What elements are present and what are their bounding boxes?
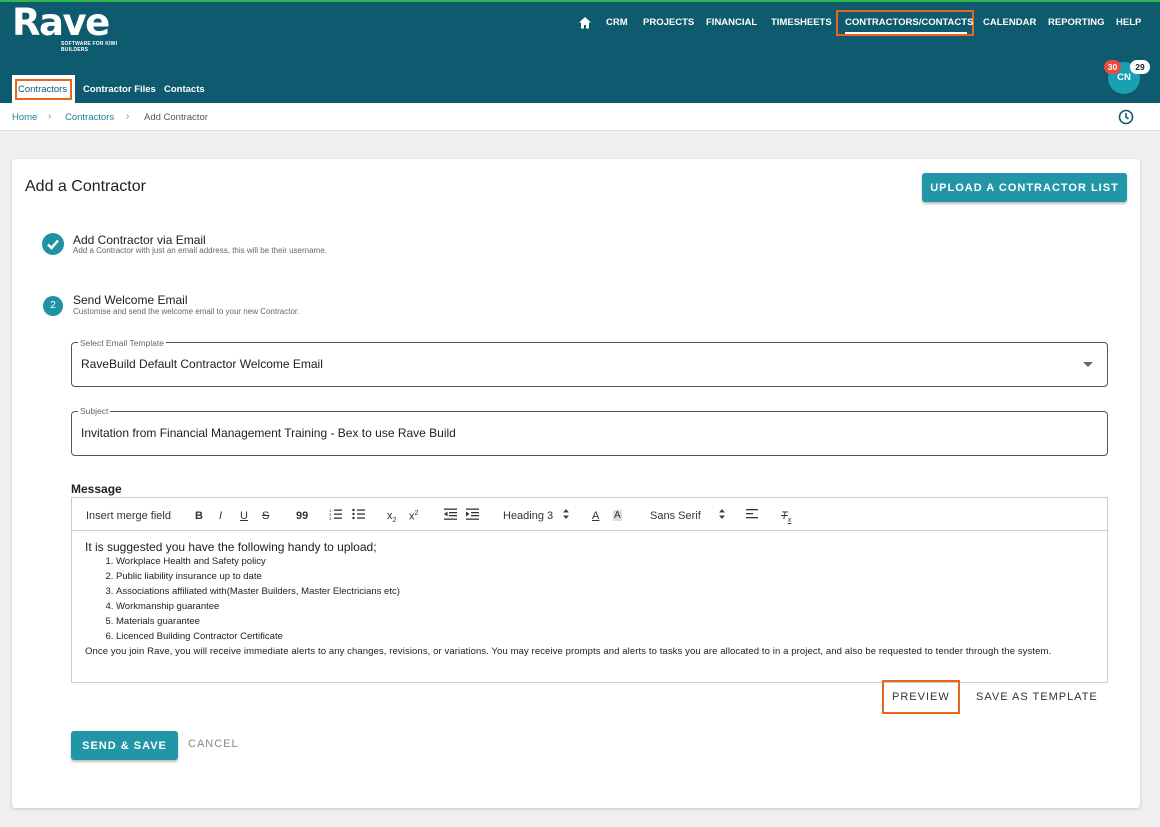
breadcrumb-separator-icon: › <box>48 111 52 122</box>
text-color-icon[interactable]: A <box>592 510 599 522</box>
add-contractor-card <box>12 159 1140 808</box>
nav-help[interactable]: HELP <box>1116 17 1141 28</box>
breadcrumb: Home › Contractors › Add Contractor <box>0 103 1160 131</box>
list-item: Workmanship guarantee <box>116 599 1090 614</box>
step-2-title: Send Welcome Email <box>73 293 188 307</box>
step-1-subtitle: Add a Contractor with just an email addr… <box>73 246 327 255</box>
outdent-icon[interactable] <box>444 508 457 520</box>
strikethrough-icon[interactable]: S <box>262 510 269 522</box>
list-item: Public liability insurance up to date <box>116 569 1090 584</box>
page-title: Add a Contractor <box>25 178 146 195</box>
upload-contractor-list-button[interactable]: UPLOAD A CONTRACTOR LIST <box>922 173 1127 202</box>
chevron-down-icon[interactable] <box>1083 362 1093 367</box>
indent-icon[interactable] <box>466 508 479 520</box>
svg-text:3: 3 <box>329 516 332 520</box>
nav-crm[interactable]: CRM <box>606 17 628 28</box>
cancel-button[interactable]: CANCEL <box>188 738 239 750</box>
superscript-icon[interactable]: x2 <box>409 510 418 523</box>
underline-icon[interactable]: U <box>240 510 248 522</box>
select-arrows-icon[interactable] <box>718 509 726 519</box>
nav-timesheets[interactable]: TIMESHEETS <box>771 17 832 28</box>
subtab-contractor-files[interactable]: Contractor Files <box>83 84 156 95</box>
main-nav: CRM PROJECTS FINANCIAL TIMESHEETS CONTRA… <box>0 10 1160 37</box>
align-left-icon[interactable] <box>746 508 759 520</box>
breadcrumb-separator-icon: › <box>126 111 130 122</box>
message-badge[interactable]: 29 <box>1130 60 1150 74</box>
bullet-list-icon[interactable] <box>352 508 366 520</box>
clear-format-icon[interactable]: Tx <box>781 510 791 524</box>
heading-select-value: Heading 3 <box>503 510 554 522</box>
nav-financial[interactable]: FINANCIAL <box>706 17 757 28</box>
send-and-save-button[interactable]: SEND & SAVE <box>71 731 178 760</box>
insert-merge-field-button[interactable]: Insert merge field <box>86 510 171 522</box>
email-template-label: Select Email Template <box>78 338 166 348</box>
subtab-contacts[interactable]: Contacts <box>164 84 205 95</box>
message-intro: It is suggested you have the following h… <box>85 540 377 554</box>
breadcrumb-contractors[interactable]: Contractors <box>65 112 114 123</box>
nav-calendar[interactable]: CALENDAR <box>983 17 1036 28</box>
requirements-list: Workplace Health and Safety policy Publi… <box>85 554 1090 644</box>
font-select[interactable]: Sans Serif <box>650 510 701 522</box>
logo-tagline: SOFTWARE FOR KIWI BUILDERS <box>61 41 118 53</box>
editor-content[interactable]: It is suggested you have the following h… <box>85 540 1090 659</box>
nav-active-underline <box>845 32 967 34</box>
subject-value[interactable]: Invitation from Financial Management Tra… <box>81 426 456 440</box>
subscript-icon[interactable]: x2 <box>387 510 396 524</box>
preview-button[interactable]: PREVIEW <box>892 691 950 703</box>
font-select-value: Sans Serif <box>650 510 701 522</box>
ordered-list-icon[interactable]: 1 2 3 <box>329 508 343 520</box>
breadcrumb-current: Add Contractor <box>144 112 208 123</box>
notification-badge[interactable]: 30 <box>1104 60 1121 74</box>
step-1-title: Add Contractor via Email <box>73 233 206 247</box>
email-template-value[interactable]: RaveBuild Default Contractor Welcome Ema… <box>81 357 323 371</box>
bold-icon[interactable]: B <box>195 510 203 522</box>
step-complete-check-icon <box>42 233 64 255</box>
nav-projects[interactable]: PROJECTS <box>643 17 694 28</box>
italic-icon[interactable]: I <box>219 510 222 522</box>
list-item: Workplace Health and Safety policy <box>116 554 1090 569</box>
blockquote-icon[interactable]: 99 <box>296 510 308 522</box>
step-2-number: 2 <box>43 296 63 316</box>
background-color-icon[interactable]: A <box>613 510 622 521</box>
step-2-subtitle: Customise and send the welcome email to … <box>73 307 300 316</box>
nav-reporting[interactable]: REPORTING <box>1048 17 1104 28</box>
list-item: Associations affiliated with(Master Buil… <box>116 584 1090 599</box>
heading-select[interactable]: Heading 3 <box>503 510 553 522</box>
select-arrows-icon[interactable] <box>562 509 570 519</box>
subtab-contractors[interactable]: Contractors <box>18 84 67 95</box>
nav-contractors-contacts[interactable]: CONTRACTORS/CONTACTS <box>845 17 973 28</box>
list-item: Materials guarantee <box>116 614 1090 629</box>
history-clock-icon[interactable] <box>1118 109 1134 125</box>
message-outro: Once you join Rave, you will receive imm… <box>85 646 1052 657</box>
home-icon[interactable] <box>578 16 592 30</box>
message-label: Message <box>71 482 122 496</box>
save-as-template-button[interactable]: SAVE AS TEMPLATE <box>976 691 1098 703</box>
subject-label: Subject <box>78 406 111 416</box>
breadcrumb-home[interactable]: Home <box>12 112 37 123</box>
list-item: Licenced Building Contractor Certificate <box>116 629 1090 644</box>
editor-toolbar <box>71 497 1108 531</box>
